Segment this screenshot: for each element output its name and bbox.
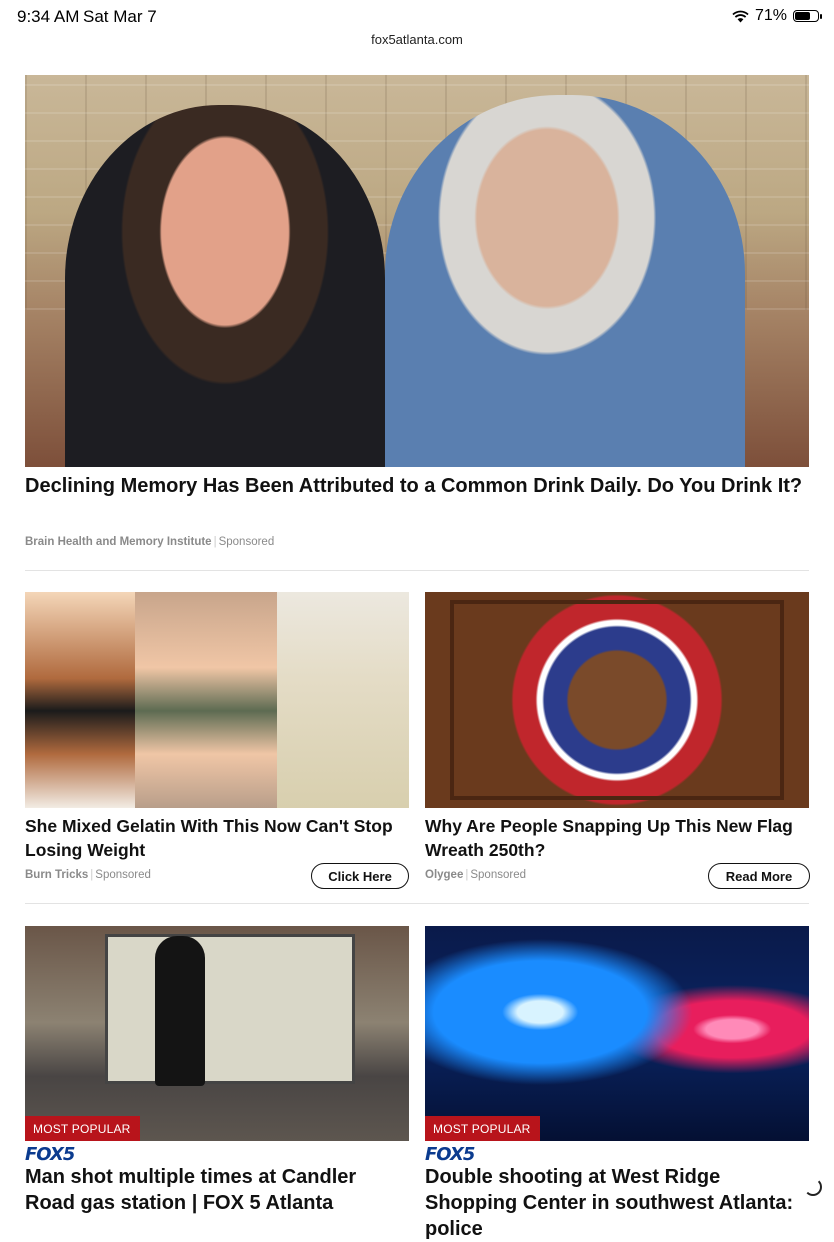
most-popular-badge: MOST POPULAR	[425, 1116, 540, 1141]
read-more-button[interactable]: Read More	[708, 863, 810, 889]
fox5-logo: FOX5	[425, 1144, 475, 1165]
sponsored-label: Sponsored	[470, 869, 526, 881]
click-here-button[interactable]: Click Here	[311, 863, 409, 889]
ad-title-memory[interactable]: Declining Memory Has Been Attributed to …	[25, 473, 805, 499]
status-date: Sat Mar 7	[83, 7, 157, 26]
ad-title-gelatin[interactable]: She Mixed Gelatin With This Now Can't St…	[25, 814, 395, 862]
news-image-gas-station[interactable]: MOST POPULAR	[25, 926, 409, 1141]
ad-source[interactable]: Brain Health and Memory Institute	[25, 536, 212, 548]
news-image-police-lights[interactable]: MOST POPULAR	[425, 926, 809, 1141]
news-title-west-ridge[interactable]: Double shooting at West Ridge Shopping C…	[425, 1164, 805, 1242]
ad-source[interactable]: Burn Tricks	[25, 869, 88, 881]
person-elderly-woman	[385, 95, 745, 467]
battery-icon	[793, 10, 822, 22]
ad-source[interactable]: Olygee	[425, 869, 463, 881]
most-popular-badge: MOST POPULAR	[25, 1116, 140, 1141]
sponsored-label: Sponsored	[218, 536, 275, 548]
ad-image-memory[interactable]	[25, 75, 809, 467]
status-right: 71%	[732, 7, 822, 25]
officer-figure	[155, 936, 205, 1086]
ad-meta-memory: Brain Health and Memory Institute | Sponso…	[25, 536, 275, 548]
ad-meta-wreath: Olygee | Sponsored	[425, 869, 526, 881]
fox5-logo: FOX5	[25, 1144, 75, 1165]
wifi-icon	[732, 10, 749, 22]
ad-title-wreath[interactable]: Why Are People Snapping Up This New Flag…	[425, 814, 795, 862]
ad-meta-gelatin: Burn Tricks | Sponsored	[25, 869, 151, 881]
status-time: 9:34 AM	[17, 7, 80, 26]
sponsored-label: Sponsored	[95, 869, 151, 881]
divider	[25, 903, 809, 904]
divider	[25, 570, 809, 571]
address-bar-url[interactable]: fox5atlanta.com	[0, 32, 834, 47]
person-young-woman	[65, 105, 385, 467]
battery-percent: 71%	[754, 7, 787, 24]
loading-spinner-icon	[804, 1178, 822, 1196]
ad-image-wreath[interactable]	[425, 592, 809, 808]
news-title-gas-station[interactable]: Man shot multiple times at Candler Road …	[25, 1164, 405, 1216]
ad-image-gelatin[interactable]	[25, 592, 409, 808]
